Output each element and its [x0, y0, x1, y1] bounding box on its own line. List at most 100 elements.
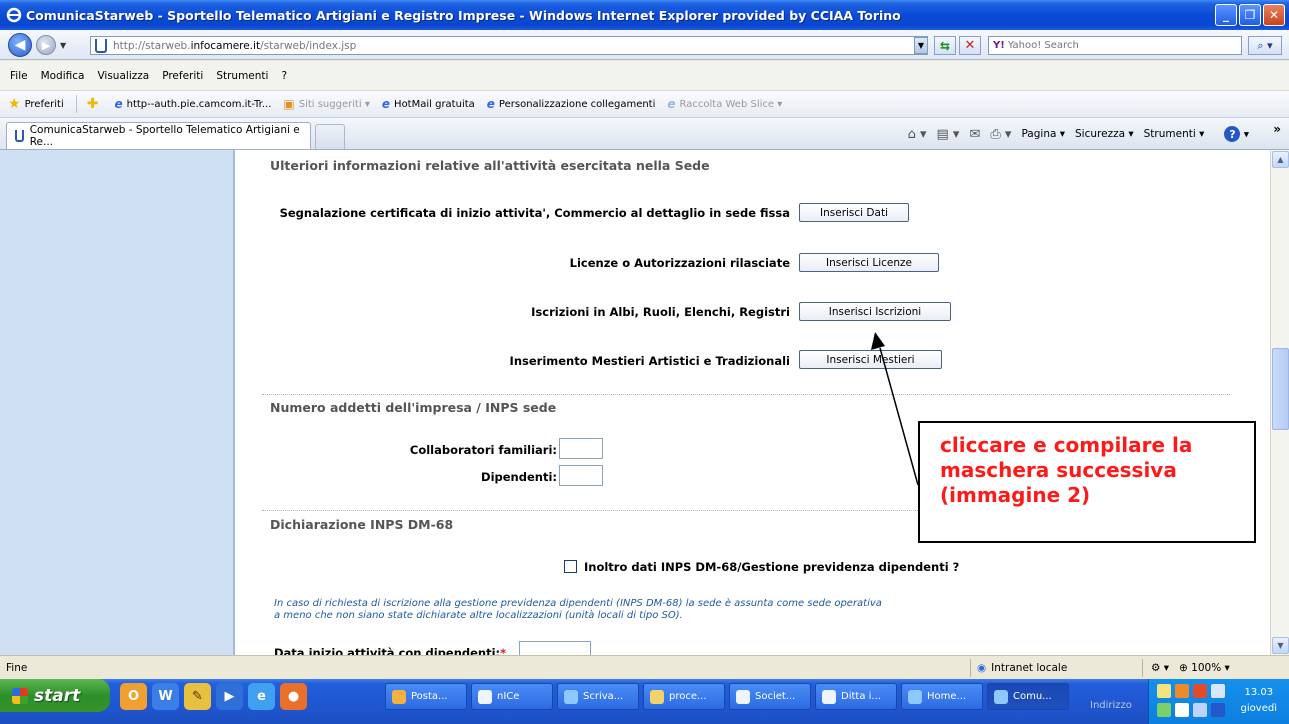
task-posta[interactable]: Posta...: [385, 683, 467, 710]
strumenti-menu[interactable]: Strumenti ▾: [1144, 128, 1205, 140]
print-icon[interactable]: ⎙ ▾: [990, 127, 1011, 142]
label-iscrizioni: Iscrizioni in Albi, Ruoli, Elenchi, Regi…: [531, 305, 790, 319]
address-toolbar-label[interactable]: Indirizzo: [1090, 700, 1132, 711]
start-button[interactable]: start: [0, 679, 110, 712]
refresh-button[interactable]: ⇆: [934, 36, 956, 55]
inserisci-iscrizioni-button[interactable]: Inserisci Iscrizioni: [799, 302, 951, 321]
zoom-control[interactable]: ⚙ ▾ ⊕ 100% ▾: [1142, 659, 1289, 677]
add-favorite-button[interactable]: ✚: [87, 96, 103, 112]
nice-task-icon: [478, 689, 492, 704]
mail-icon[interactable]: ✉: [969, 127, 980, 142]
window-controls: _ ❐ ✕: [1215, 4, 1285, 26]
scroll-up-button[interactable]: ▲: [1272, 151, 1289, 168]
pagina-menu[interactable]: Pagina ▾: [1021, 128, 1065, 140]
task-ditta[interactable]: Ditta i...: [815, 683, 897, 710]
dipendenti-input[interactable]: [559, 465, 603, 486]
stop-button[interactable]: ✕: [959, 36, 981, 55]
tray-mail-icon[interactable]: [1157, 684, 1171, 698]
star-icon: ★: [8, 96, 21, 112]
home-icon[interactable]: ⌂ ▾: [908, 127, 927, 142]
word-task-icon: [736, 689, 750, 704]
search-input[interactable]: [1007, 40, 1208, 51]
inserisci-mestieri-button[interactable]: Inserisci Mestieri: [799, 350, 942, 369]
label-collaboratori: Collaboratori familiari:: [409, 443, 557, 457]
left-panel: [0, 150, 233, 655]
back-button[interactable]: ◀: [8, 33, 32, 57]
menu-visualizza[interactable]: Visualizza: [97, 70, 149, 82]
task-societa[interactable]: Societ...: [729, 683, 811, 710]
new-tab-button[interactable]: [315, 124, 345, 149]
word-icon[interactable]: W: [152, 683, 179, 710]
section-inps-title: Numero addetti dell'impresa / INPS sede: [270, 400, 557, 415]
maximize-button[interactable]: ❐: [1239, 4, 1261, 26]
menu-help[interactable]: ?: [281, 70, 287, 82]
inserisci-dati-button[interactable]: Inserisci Dati: [799, 203, 909, 222]
tab-comunicastarweb[interactable]: ComunicaStarweb - Sportello Telematico A…: [6, 122, 311, 149]
status-text: Fine: [6, 662, 28, 674]
favorite-link-hotmail[interactable]: e HotMail gratuita: [382, 97, 475, 111]
media-player-icon[interactable]: ▶: [216, 683, 243, 710]
menu-preferiti[interactable]: Preferiti: [162, 70, 203, 82]
ie-logo-icon: [6, 7, 22, 23]
clock[interactable]: 13.03 giovedì: [1241, 685, 1277, 717]
protected-mode-icon: ⚙ ▾: [1151, 662, 1170, 674]
help-menu[interactable]: ? ▾: [1214, 126, 1249, 142]
tray-security-icon[interactable]: [1193, 684, 1207, 698]
dm68-checkbox[interactable]: [564, 560, 577, 573]
command-bar: ⌂ ▾ ▤ ▾ ✉ ⎙ ▾ Pagina ▾ Sicurezza ▾ Strum…: [898, 126, 1249, 142]
internet-explorer-icon[interactable]: e: [248, 683, 275, 710]
security-zone[interactable]: ◉ Intranet locale: [970, 659, 1140, 677]
feeds-icon[interactable]: ▤ ▾: [937, 127, 960, 142]
address-bar[interactable]: http://starweb.infocamere.it/starweb/ind…: [90, 36, 928, 55]
sicurezza-menu[interactable]: Sicurezza ▾: [1075, 128, 1134, 140]
forward-button[interactable]: ▶: [36, 35, 56, 55]
page-icon: [15, 130, 24, 142]
favorite-link-personalizzazione[interactable]: e Personalizzazione collegamenti: [487, 97, 656, 111]
task-comunica[interactable]: Comu...: [987, 683, 1069, 710]
more-commands-icon[interactable]: »: [1273, 122, 1281, 136]
data-inizio-input[interactable]: [519, 641, 591, 655]
favorites-button[interactable]: ★ Preferiti: [8, 96, 64, 112]
menu-strumenti[interactable]: Strumenti: [216, 70, 268, 82]
tray-app-icon[interactable]: [1175, 684, 1189, 698]
task-scrivania[interactable]: Scriva...: [557, 683, 639, 710]
add-star-icon: ✚: [86, 96, 99, 112]
address-dropdown-button[interactable]: ▼: [914, 37, 928, 54]
favorite-link-web-slice[interactable]: e Raccolta Web Slice ▾: [667, 97, 782, 111]
tray-network-icon[interactable]: [1157, 703, 1171, 717]
annotation-callout: cliccare e compilare la maschera success…: [918, 421, 1256, 543]
firefox-icon[interactable]: ●: [280, 683, 307, 710]
close-button[interactable]: ✕: [1263, 4, 1285, 26]
paint-icon[interactable]: ✎: [184, 683, 211, 710]
minimize-button[interactable]: _: [1215, 4, 1237, 26]
label-data-inizio: Data inizio attività con dipendenti:*: [274, 646, 507, 655]
outlook-icon[interactable]: O: [120, 683, 147, 710]
ie-icon: e: [381, 97, 391, 111]
tray-usb-icon[interactable]: [1175, 703, 1189, 717]
taskbar: start O W ✎ ▶ e ● Posta... nICe Scriva..…: [0, 679, 1289, 724]
tab-bar: ComunicaStarweb - Sportello Telematico A…: [0, 118, 1289, 150]
page-content: Ulteriori informazioni relative all'atti…: [0, 150, 1270, 655]
tray-update-icon[interactable]: [1193, 703, 1207, 717]
menu-modifica[interactable]: Modifica: [41, 70, 85, 82]
collaboratori-input[interactable]: [559, 438, 603, 459]
tray-sync-icon[interactable]: [1211, 703, 1225, 717]
search-button[interactable]: ⌕ ▾: [1248, 36, 1282, 55]
task-home[interactable]: Home...: [901, 683, 983, 710]
favorite-link-auth[interactable]: e http--auth.pie.camcom.it-Tr...: [114, 97, 271, 111]
vertical-scrollbar[interactable]: ▲ ▼: [1270, 150, 1289, 655]
scroll-thumb[interactable]: [1272, 348, 1289, 430]
url-text[interactable]: http://starweb.infocamere.it/starweb/ind…: [113, 40, 356, 52]
task-procedure[interactable]: proce...: [643, 683, 725, 710]
folder-task-icon: [650, 689, 664, 704]
inserisci-licenze-button[interactable]: Inserisci Licenze: [799, 253, 939, 272]
scroll-down-button[interactable]: ▼: [1272, 637, 1289, 654]
favorite-link-siti-suggeriti[interactable]: ▣ Siti suggeriti ▾: [283, 97, 370, 111]
task-buttons: Posta... nICe Scriva... proce... Societ.…: [385, 683, 1069, 710]
history-dropdown-icon[interactable]: ▼: [60, 41, 66, 50]
dm68-checkbox-label: Inoltro dati INPS DM-68/Gestione previde…: [584, 560, 960, 574]
menu-file[interactable]: File: [10, 70, 28, 82]
task-nice[interactable]: nICe: [471, 683, 553, 710]
tray-volume-icon[interactable]: [1211, 684, 1225, 698]
search-box[interactable]: Y!: [988, 36, 1242, 55]
